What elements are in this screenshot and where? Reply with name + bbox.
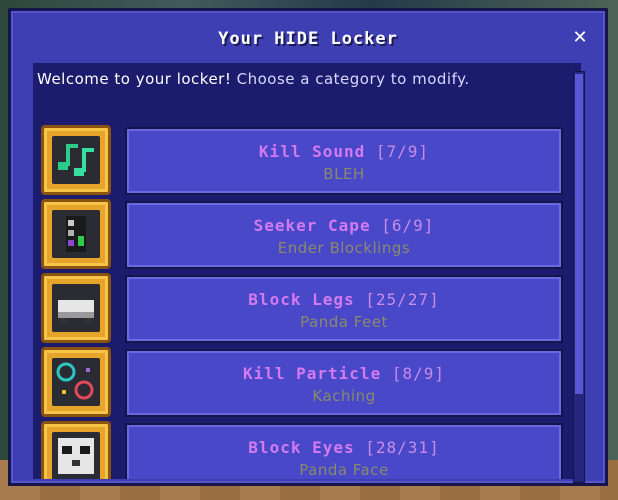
category-name: Block Legs (248, 290, 355, 309)
list-item: Seeker Cape [6/9] Ender Blocklings (39, 199, 569, 269)
category-count: [8/9] (391, 364, 446, 383)
category-name: Kill Particle (242, 364, 382, 383)
category-name: Block Eyes (248, 438, 355, 457)
scrollbar-thumb[interactable] (575, 74, 583, 394)
category-name: Kill Sound (258, 142, 366, 161)
block-legs-icon (52, 284, 100, 332)
category-button-kill-sound[interactable]: Kill Sound [7/9] BLEH (125, 127, 563, 195)
close-icon[interactable]: ✕ (569, 27, 591, 49)
category-count: [25/27] (365, 290, 440, 309)
category-button-block-eyes[interactable]: Block Eyes [28/31] Panda Face (125, 423, 563, 479)
category-icon-frame (41, 347, 111, 417)
category-count: [6/9] (381, 216, 435, 235)
particle-icon (52, 358, 100, 406)
category-button-seeker-cape[interactable]: Seeker Cape [6/9] Ender Blocklings (125, 201, 563, 269)
category-icon-frame (41, 125, 111, 195)
cape-icon (52, 210, 100, 258)
category-selected: Kaching (312, 387, 376, 405)
category-icon-frame (41, 273, 111, 343)
category-count: [7/9] (375, 142, 430, 161)
welcome-rest: Choose a category to modify. (231, 70, 470, 88)
welcome-bold: Welcome to your locker! (37, 70, 232, 88)
category-button-kill-particle[interactable]: Kill Particle [8/9] Kaching (125, 349, 563, 417)
block-eyes-icon (52, 432, 100, 479)
list-item: Block Legs [25/27] Panda Feet (39, 273, 569, 343)
category-name: Seeker Cape (253, 216, 371, 235)
category-selected: Panda Face (299, 461, 389, 479)
list-item: Block Eyes [28/31] Panda Face (39, 421, 569, 479)
category-selected: BLEH (323, 165, 365, 183)
list-item: Kill Particle [8/9] Kaching (39, 347, 569, 417)
scrollbar[interactable] (573, 71, 585, 483)
category-count: [28/31] (365, 438, 440, 457)
category-selected: Ender Blocklings (277, 239, 411, 257)
category-icon-frame (41, 199, 111, 269)
music-note-icon (52, 136, 100, 184)
category-icon-frame (41, 421, 111, 479)
welcome-text: Welcome to your locker! Choose a categor… (37, 67, 567, 91)
locker-window: Your HIDE Locker ✕ Welcome to your locke… (8, 8, 608, 486)
window-title: Your HIDE Locker (218, 29, 398, 49)
list-item: Kill Sound [7/9] BLEH (39, 125, 569, 195)
category-list: Welcome to your locker! Choose a categor… (33, 63, 581, 479)
category-selected: Panda Feet (300, 313, 388, 331)
category-button-block-legs[interactable]: Block Legs [25/27] Panda Feet (125, 275, 563, 343)
